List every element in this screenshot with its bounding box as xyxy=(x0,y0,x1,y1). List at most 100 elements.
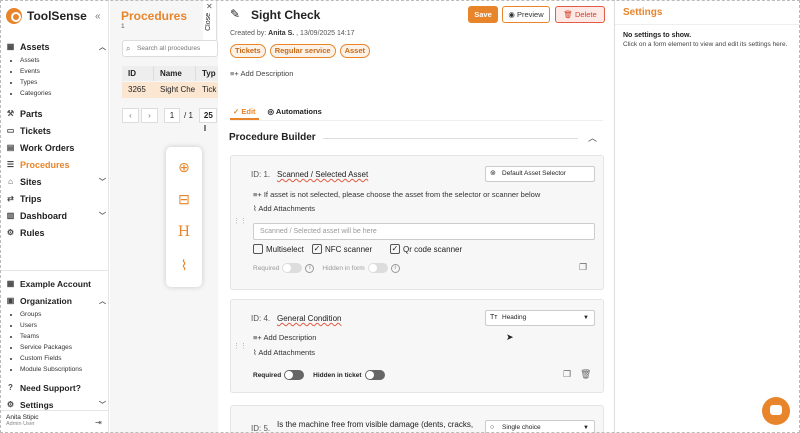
trash-icon: 🗑 xyxy=(563,10,575,19)
sidebar-subitem-categories[interactable]: Categories xyxy=(20,88,106,99)
cell-id: 3265 xyxy=(128,85,146,94)
sidebar-item-label: Sites xyxy=(20,176,42,187)
close-panel-tab[interactable]: ✕ Close xyxy=(203,0,217,40)
table-row[interactable]: 3265 Sight Che Tick xyxy=(122,82,218,98)
sidebar-subitem-teams[interactable]: Teams xyxy=(20,331,106,342)
sidebar-subitem-service-packages[interactable]: Service Packages xyxy=(20,342,106,353)
sidebar-item-dashboard[interactable]: ▥ Dashboard ﹀ xyxy=(6,207,106,224)
mouse-cursor-icon: ➤ xyxy=(506,332,514,342)
logo[interactable]: ToolSense xyxy=(6,8,87,24)
add-element-icon[interactable]: ⊕ xyxy=(175,158,193,176)
eye-icon: ◉ xyxy=(508,10,517,19)
prev-page-button[interactable]: ‹ xyxy=(122,108,139,123)
sidebar-subitem-custom-fields[interactable]: Custom Fields xyxy=(20,353,106,364)
save-button[interactable]: Save xyxy=(468,6,498,23)
builder-card[interactable]: ID: 5. Is the machine free from visible … xyxy=(230,405,604,433)
element-name[interactable]: Scanned / Selected Asset xyxy=(277,170,368,179)
required-toggle[interactable] xyxy=(282,263,303,273)
collapse-sidebar-icon[interactable]: « xyxy=(95,11,101,22)
qr-scanner-checkbox[interactable]: ✓ Qr code scanner xyxy=(390,244,462,254)
sidebar-item-assets[interactable]: ▦ Assets ︿ xyxy=(6,38,106,55)
settings-panel: Settings No settings to show. Click on a… xyxy=(614,0,800,433)
drag-handle-icon[interactable]: ⋮⋮ xyxy=(233,217,247,225)
page-size-select[interactable]: 25 l xyxy=(198,108,217,133)
column-header-name[interactable]: Name xyxy=(154,66,196,81)
sidebar-item-sites[interactable]: ⌂ Sites ﹀ xyxy=(6,173,106,190)
duplicate-icon[interactable]: ❐ xyxy=(563,369,571,380)
sidebar-item-procedures[interactable]: ☰ Procedures xyxy=(6,156,106,173)
sidebar-item-example-account[interactable]: ▦ Example Account xyxy=(6,275,106,292)
chevron-up-icon[interactable]: ︿ xyxy=(588,131,597,144)
required-toggle[interactable] xyxy=(284,370,305,380)
sidebar-subitem-groups[interactable]: Groups xyxy=(20,309,106,320)
drag-handle-icon[interactable]: ⋮⋮ xyxy=(233,342,247,350)
tag-tickets[interactable]: Tickets xyxy=(230,44,266,58)
multiselect-checkbox[interactable]: Multiselect xyxy=(253,244,304,254)
duplicate-icon[interactable]: ❐ xyxy=(579,262,587,273)
element-description[interactable]: ≡+ If asset is not selected, please choo… xyxy=(253,190,540,199)
preview-button[interactable]: ◉ Preview xyxy=(502,6,550,23)
chevron-down-icon[interactable]: ﹀ xyxy=(99,177,106,187)
add-attachments-button[interactable]: ⌇ Add Attachments xyxy=(253,204,315,213)
procedure-title[interactable]: Sight Check xyxy=(251,8,320,22)
add-section-icon[interactable]: ⊟ xyxy=(175,190,193,208)
list-count: 1 xyxy=(121,23,125,30)
chevron-down-icon: ▼ xyxy=(583,315,589,321)
builder-card[interactable]: ⋮⋮ ID: 4. General Condition Tт Heading ▼… xyxy=(230,299,604,393)
column-header-id[interactable]: ID xyxy=(122,66,154,81)
radio-icon: ○ xyxy=(490,424,495,431)
sidebar-item-rules[interactable]: ⚙ Rules xyxy=(6,224,106,241)
attachment-icon[interactable]: ⌇ xyxy=(175,256,193,274)
sidebar-subitem-users[interactable]: Users xyxy=(20,320,106,331)
sidebar-subitem-types[interactable]: Types xyxy=(20,77,106,88)
tab-edit[interactable]: ✓ Edit xyxy=(230,106,259,120)
add-attachments-button[interactable]: ⌇ Add Attachments xyxy=(253,348,315,357)
sidebar-item-tickets[interactable]: ▭ Tickets xyxy=(6,122,106,139)
search-input[interactable]: ⌕ Search all procedures xyxy=(122,40,218,57)
chevron-up-icon[interactable]: ︿ xyxy=(99,42,106,52)
chevron-down-icon[interactable]: ﹀ xyxy=(99,211,106,221)
hidden-toggle[interactable] xyxy=(367,263,388,273)
work-orders-icon: ▤ xyxy=(6,143,15,152)
pagination: ‹ › 1 / 1 25 l xyxy=(122,108,217,133)
next-page-button[interactable]: › xyxy=(141,108,158,123)
add-description-button[interactable]: ≡+ Add Description xyxy=(230,69,293,78)
element-name[interactable]: General Condition xyxy=(277,314,341,323)
chevron-up-icon[interactable]: ︿ xyxy=(99,296,106,306)
main-nav: ▦ Assets ︿ Assets Events Types Categorie… xyxy=(6,38,106,241)
hidden-toggle[interactable] xyxy=(364,370,385,380)
delete-button[interactable]: 🗑 Delete xyxy=(555,6,605,23)
sidebar-subitem-module-subscriptions[interactable]: Module Subscriptions xyxy=(20,364,106,375)
tag-regular-service[interactable]: Regular service xyxy=(269,44,336,58)
logout-icon[interactable]: ⇥ xyxy=(95,418,102,427)
card-toggles: Required Hidden in ticket xyxy=(253,370,388,380)
asset-selector-select[interactable]: ⊚ Default Asset Selector xyxy=(485,166,595,182)
page-input[interactable]: 1 xyxy=(164,108,180,123)
element-name[interactable]: Is the machine free from visible damage … xyxy=(277,420,477,429)
chevron-down-icon[interactable]: ﹀ xyxy=(99,400,106,410)
tab-automations[interactable]: ◎ Automations xyxy=(265,106,325,120)
builder-divider xyxy=(323,138,578,139)
column-header-type[interactable]: Typ xyxy=(196,66,218,81)
sidebar-item-parts[interactable]: ⚒ Parts xyxy=(6,105,106,122)
sidebar-item-organization[interactable]: ▣ Organization ︿ xyxy=(6,292,106,309)
element-type-select[interactable]: ○ Single choice ▼ xyxy=(485,420,595,433)
heading-icon[interactable]: H xyxy=(175,223,193,241)
sidebar-item-support[interactable]: ? Need Support? xyxy=(6,379,106,396)
sidebar-item-trips[interactable]: ⇄ Trips xyxy=(6,190,106,207)
builder-card[interactable]: ⋮⋮ ID: 1. Scanned / Selected Asset ⊚ Def… xyxy=(230,155,604,290)
chat-support-button[interactable] xyxy=(762,397,790,425)
selected-value: Heading xyxy=(502,314,527,321)
add-description-button[interactable]: ≡+ Add Description xyxy=(253,333,316,342)
tag-asset[interactable]: Asset xyxy=(339,44,371,58)
sidebar-item-work-orders[interactable]: ▤ Work Orders xyxy=(6,139,106,156)
hidden-label: Hidden in ticket xyxy=(313,371,362,379)
element-type-select[interactable]: Tт Heading ▼ xyxy=(485,310,595,326)
procedure-editor: ✎ Sight Check Save ◉ Preview 🗑 Delete Cr… xyxy=(218,0,613,433)
sidebar-subitem-events[interactable]: Events xyxy=(20,66,106,77)
sidebar-subitem-assets[interactable]: Assets xyxy=(20,55,106,66)
sidebar-item-label: Settings xyxy=(20,399,54,410)
trash-icon[interactable]: 🗑 xyxy=(580,369,591,380)
user-info[interactable]: Anita Stipic Admin User xyxy=(6,414,39,428)
nfc-scanner-checkbox[interactable]: ✓ NFC scanner xyxy=(312,244,372,254)
